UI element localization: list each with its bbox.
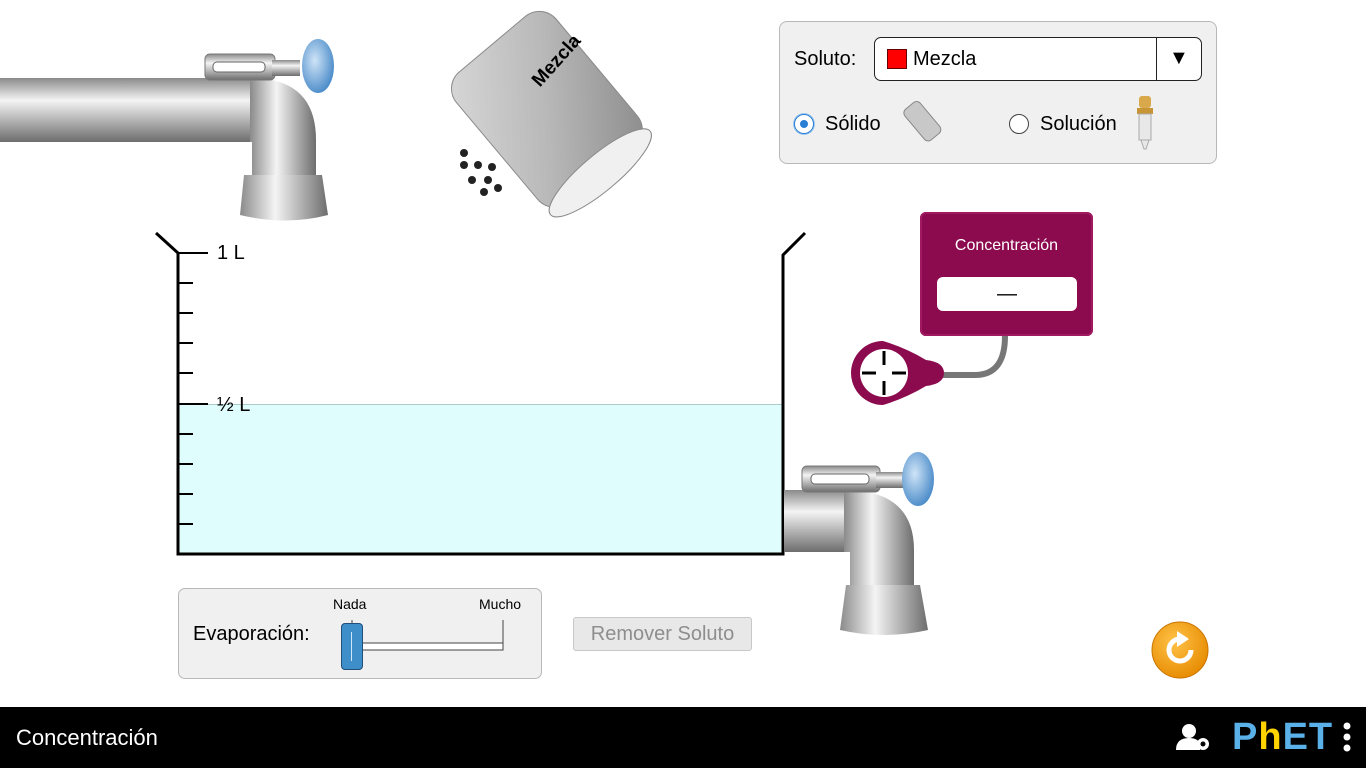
- input-faucet[interactable]: [0, 0, 340, 230]
- evaporation-slider-track[interactable]: [340, 614, 520, 654]
- solute-combo-box[interactable]: Mezcla ▼: [874, 37, 1202, 81]
- evaporation-label: Evaporación:: [193, 623, 310, 645]
- meter-value-display: —: [937, 277, 1077, 311]
- solute-selected-value: Mezcla: [913, 48, 977, 70]
- meter-title: Concentración: [954, 237, 1059, 254]
- evaporation-max-label: Mucho: [479, 596, 522, 612]
- remove-solute-button[interactable]: Remover Soluto: [573, 617, 752, 651]
- sim-title: Concentración: [16, 725, 158, 750]
- output-faucet[interactable]: [784, 450, 944, 640]
- navigation-bar: [0, 707, 1366, 768]
- beaker-label-half-L: ½ L: [217, 394, 251, 416]
- evaporation-min-label: Nada: [333, 596, 367, 612]
- evaporation-slider-thumb[interactable]: [341, 623, 363, 670]
- dropper-icon: [1137, 96, 1153, 150]
- meter-probe[interactable]: [848, 338, 948, 408]
- reset-icon[interactable]: [1151, 621, 1209, 679]
- solute-shaker[interactable]: Mezcla: [440, 5, 652, 218]
- phet-logo[interactable]: PhET: [1232, 716, 1333, 759]
- solute-color-swatch: [887, 49, 907, 69]
- user-settings-icon[interactable]: [1176, 722, 1212, 754]
- radio-solid[interactable]: [794, 114, 814, 134]
- radio-solution[interactable]: [1009, 114, 1029, 134]
- shaker-icon: [903, 101, 942, 142]
- dropdown-arrow-icon[interactable]: ▼: [1169, 47, 1189, 70]
- more-menu-icon[interactable]: [1342, 721, 1352, 755]
- beaker-label-1L: 1 L: [217, 242, 245, 264]
- concentration-meter[interactable]: [920, 212, 1093, 336]
- combo-divider: [1156, 38, 1157, 80]
- solute-label: Soluto:: [794, 48, 857, 70]
- meter-probe-cable: [940, 335, 1008, 378]
- radio-solution-label[interactable]: Solución: [1040, 113, 1117, 136]
- beaker: [154, 231, 807, 556]
- radio-solid-label[interactable]: Sólido: [825, 113, 881, 136]
